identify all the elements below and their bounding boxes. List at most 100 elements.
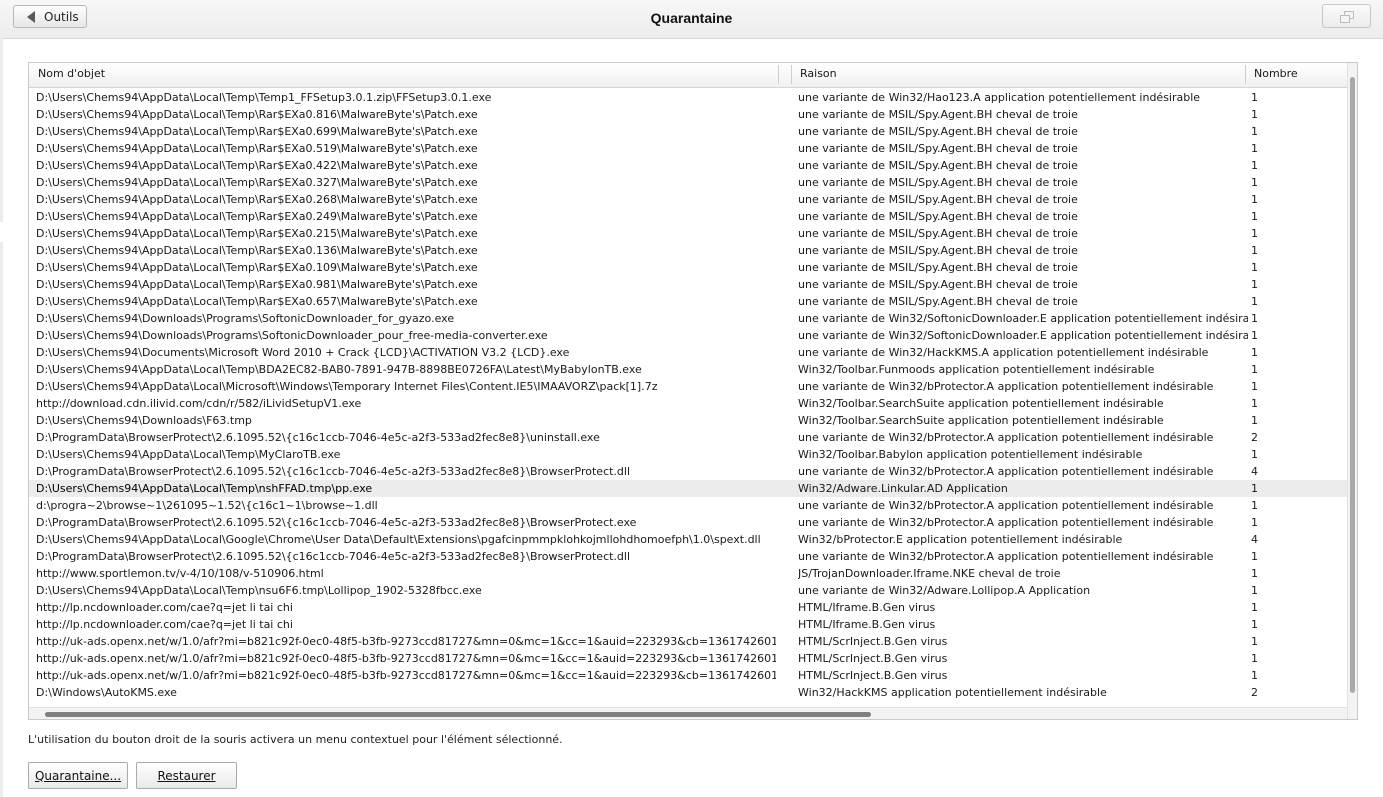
table-row[interactable]: D:\Windows\AutoKMS.exe Win32/HackKMS appl…	[29, 684, 1347, 701]
table-row[interactable]: D:\Users\Chems94\AppData\Local\Temp\Rar$…	[29, 208, 1347, 225]
count-cell: 1	[1251, 295, 1258, 308]
object-name-cell: D:\Users\Chems94\AppData\Local\Google\Ch…	[36, 533, 761, 546]
table-row[interactable]: D:\Users\Chems94\Downloads\Programs\Soft…	[29, 310, 1347, 327]
top-bar: Outils Quarantaine	[0, 0, 1383, 39]
count-cell: 2	[1251, 686, 1258, 699]
table-row[interactable]: D:\Users\Chems94\AppData\Local\Temp\MyCl…	[29, 446, 1347, 463]
table-row[interactable]: D:\Users\Chems94\Documents\Microsoft Wor…	[29, 344, 1347, 361]
table-row[interactable]: D:\Users\Chems94\AppData\Local\Temp\BDA2…	[29, 361, 1347, 378]
table-row[interactable]: D:\Users\Chems94\Downloads\Programs\Soft…	[29, 327, 1347, 344]
reason-cell: une variante de MSIL/Spy.Agent.BH cheval…	[798, 227, 1078, 240]
horizontal-scroll-thumb[interactable]	[45, 712, 871, 717]
object-name-cell: http://uk-ads.openx.net/w/1.0/afr?mi=b82…	[36, 652, 776, 665]
table-row[interactable]: http://lp.ncdownloader.com/cae?q=jet li …	[29, 599, 1347, 616]
reason-cell: Win32/Toolbar.Funmoods application poten…	[798, 363, 1155, 376]
object-name-cell: http://www.sportlemon.tv/v-4/10/108/v-51…	[36, 567, 324, 580]
table-row[interactable]: D:\Users\Chems94\AppData\Local\Temp\Rar$…	[29, 276, 1347, 293]
count-cell: 1	[1251, 346, 1258, 359]
table-row[interactable]: D:\Users\Chems94\AppData\Local\Temp\Rar$…	[29, 106, 1347, 123]
object-name-cell: D:\ProgramData\BrowserProtect\2.6.1095.5…	[36, 465, 631, 478]
count-cell: 1	[1251, 601, 1258, 614]
reason-cell: une variante de Win32/Adware.Lollipop.A …	[798, 584, 1091, 597]
count-cell: 1	[1251, 669, 1258, 682]
restore-button[interactable]: Restaurer	[136, 762, 237, 789]
vertical-scroll-thumb[interactable]	[1350, 77, 1355, 693]
count-cell: 1	[1251, 261, 1258, 274]
table-row[interactable]: D:\ProgramData\BrowserProtect\2.6.1095.5…	[29, 548, 1347, 565]
table-row[interactable]: d:\progra~2\browse~1\261095~1.52\{c16c1~…	[29, 497, 1347, 514]
table-row[interactable]: D:\Users\Chems94\AppData\Local\Temp\Rar$…	[29, 140, 1347, 157]
count-cell: 1	[1251, 516, 1258, 529]
table-row[interactable]: D:\Users\Chems94\Downloads\F63.tmp Win32/…	[29, 412, 1347, 429]
reason-cell: HTML/Iframe.B.Gen virus	[798, 618, 936, 631]
column-header-count[interactable]: Nombre	[1254, 67, 1298, 80]
window-restore-button[interactable]	[1322, 4, 1371, 28]
reason-cell: une variante de MSIL/Spy.Agent.BH cheval…	[798, 278, 1078, 291]
reason-cell: une variante de MSIL/Spy.Agent.BH cheval…	[798, 261, 1078, 274]
reason-cell: une variante de Win32/bProtector.A appli…	[798, 465, 1214, 478]
horizontal-scrollbar[interactable]	[29, 707, 1347, 719]
table-row[interactable]: D:\ProgramData\BrowserProtect\2.6.1095.5…	[29, 514, 1347, 531]
table-row[interactable]: D:\Users\Chems94\AppData\Local\Temp\Rar$…	[29, 242, 1347, 259]
object-name-cell: http://uk-ads.openx.net/w/1.0/afr?mi=b82…	[36, 669, 776, 682]
table-row[interactable]: D:\Users\Chems94\AppData\Local\Temp\Temp…	[29, 89, 1347, 106]
object-name-cell: D:\Users\Chems94\AppData\Local\Temp\Rar$…	[36, 193, 478, 206]
table-row[interactable]: D:\Users\Chems94\AppData\Local\Temp\nshF…	[29, 480, 1347, 497]
object-name-cell: D:\Users\Chems94\Downloads\Programs\Soft…	[36, 329, 548, 342]
object-name-cell: D:\Users\Chems94\AppData\Local\Microsoft…	[36, 380, 658, 393]
table-row[interactable]: D:\Users\Chems94\AppData\Local\Temp\nsu6…	[29, 582, 1347, 599]
reason-cell: Win32/bProtector.E application potentiel…	[798, 533, 1123, 546]
table-row[interactable]: http://download.cdn.ilivid.com/cdn/r/582…	[29, 395, 1347, 412]
count-cell: 1	[1251, 652, 1258, 665]
column-header-reason[interactable]: Raison	[800, 67, 837, 80]
reason-cell: Win32/Toolbar.SearchSuite application po…	[798, 414, 1164, 427]
reason-cell: une variante de Win32/SoftonicDownloader…	[798, 312, 1248, 325]
table-row[interactable]: D:\Users\Chems94\AppData\Local\Temp\Rar$…	[29, 293, 1347, 310]
column-divider[interactable]	[791, 65, 792, 84]
column-header-object-name[interactable]: Nom d'objet	[38, 67, 105, 80]
reason-cell: Win32/Adware.Linkular.AD Application	[798, 482, 1008, 495]
count-cell: 1	[1251, 380, 1258, 393]
table-row[interactable]: D:\Users\Chems94\AppData\Local\Temp\Rar$…	[29, 259, 1347, 276]
object-name-cell: D:\Users\Chems94\Documents\Microsoft Wor…	[36, 346, 570, 359]
table-row[interactable]: D:\Users\Chems94\AppData\Local\Temp\Rar$…	[29, 225, 1347, 242]
table-row[interactable]: http://lp.ncdownloader.com/cae?q=jet li …	[29, 616, 1347, 633]
reason-cell: une variante de Win32/bProtector.A appli…	[798, 499, 1214, 512]
object-name-cell: D:\ProgramData\BrowserProtect\2.6.1095.5…	[36, 550, 631, 563]
table-row[interactable]: http://uk-ads.openx.net/w/1.0/afr?mi=b82…	[29, 667, 1347, 684]
reason-cell: HTML/Iframe.B.Gen virus	[798, 601, 936, 614]
reason-cell: une variante de Win32/bProtector.A appli…	[798, 431, 1214, 444]
column-divider[interactable]	[1245, 65, 1246, 84]
table-row[interactable]: D:\ProgramData\BrowserProtect\2.6.1095.5…	[29, 463, 1347, 480]
count-cell: 1	[1251, 91, 1258, 104]
object-name-cell: D:\Users\Chems94\AppData\Local\Temp\Rar$…	[36, 278, 478, 291]
reason-cell: une variante de MSIL/Spy.Agent.BH cheval…	[798, 210, 1078, 223]
table-row[interactable]: http://www.sportlemon.tv/v-4/10/108/v-51…	[29, 565, 1347, 582]
reason-cell: HTML/ScrInject.B.Gen virus	[798, 635, 948, 648]
table-row[interactable]: D:\Users\Chems94\AppData\Local\Temp\Rar$…	[29, 191, 1347, 208]
count-cell: 1	[1251, 584, 1258, 597]
count-cell: 1	[1251, 550, 1258, 563]
vertical-scrollbar[interactable]	[1347, 63, 1357, 719]
page-title: Quarantaine	[650, 10, 733, 26]
table-row[interactable]: D:\ProgramData\BrowserProtect\2.6.1095.5…	[29, 429, 1347, 446]
table-row[interactable]: D:\Users\Chems94\AppData\Local\Temp\Rar$…	[29, 123, 1347, 140]
column-divider[interactable]	[778, 65, 779, 84]
count-cell: 1	[1251, 193, 1258, 206]
count-cell: 1	[1251, 618, 1258, 631]
table-row[interactable]: D:\Users\Chems94\AppData\Local\Temp\Rar$…	[29, 157, 1347, 174]
quarantine-button[interactable]: Quarantaine...	[28, 762, 128, 789]
object-name-cell: http://lp.ncdownloader.com/cae?q=jet li …	[36, 618, 293, 631]
table-row[interactable]: http://uk-ads.openx.net/w/1.0/afr?mi=b82…	[29, 650, 1347, 667]
table-row[interactable]: http://uk-ads.openx.net/w/1.0/afr?mi=b82…	[29, 633, 1347, 650]
count-cell: 1	[1251, 329, 1258, 342]
table-body: D:\Users\Chems94\AppData\Local\Temp\Temp…	[29, 89, 1347, 709]
object-name-cell: d:\progra~2\browse~1\261095~1.52\{c16c1~…	[36, 499, 378, 512]
object-name-cell: D:\Windows\AutoKMS.exe	[36, 686, 177, 699]
table-row[interactable]: D:\Users\Chems94\AppData\Local\Google\Ch…	[29, 531, 1347, 548]
object-name-cell: D:\ProgramData\BrowserProtect\2.6.1095.5…	[36, 516, 637, 529]
object-name-cell: http://uk-ads.openx.net/w/1.0/afr?mi=b82…	[36, 635, 776, 648]
table-row[interactable]: D:\Users\Chems94\AppData\Local\Microsoft…	[29, 378, 1347, 395]
reason-cell: Win32/Toolbar.SearchSuite application po…	[798, 397, 1164, 410]
table-row[interactable]: D:\Users\Chems94\AppData\Local\Temp\Rar$…	[29, 174, 1347, 191]
